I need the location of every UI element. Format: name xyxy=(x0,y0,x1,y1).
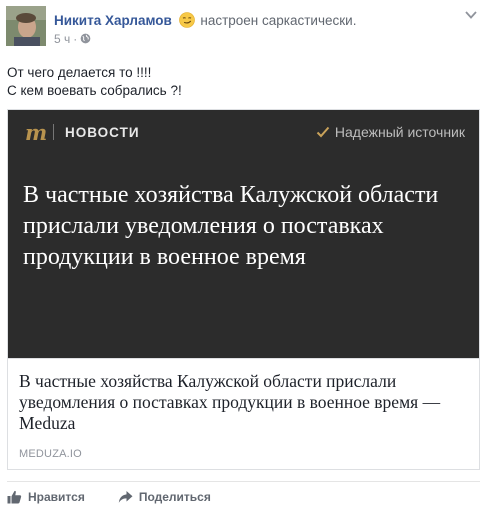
like-button[interactable]: Нравится xyxy=(7,490,85,504)
section-label: НОВОСТИ xyxy=(65,125,140,140)
author-avatar[interactable] xyxy=(6,6,46,46)
share-arrow-icon xyxy=(118,491,133,503)
globe-icon[interactable] xyxy=(80,33,91,44)
post-actions: Нравится Поделиться xyxy=(7,486,244,508)
avatar-photo-icon xyxy=(6,6,46,46)
link-domain: MEDUZA.IO xyxy=(19,448,82,460)
actions-divider xyxy=(7,481,480,482)
share-button[interactable]: Поделиться xyxy=(118,490,211,504)
check-icon xyxy=(316,126,330,138)
share-label: Поделиться xyxy=(138,490,211,504)
image-headline: В частные хозяйства Калужской области пр… xyxy=(23,182,439,270)
post-line: От чего делается то !!!! xyxy=(7,65,152,80)
trusted-source-label: Надежный источник xyxy=(334,124,465,140)
link-title[interactable]: В частные хозяйства Калужской области пр… xyxy=(19,371,469,434)
post-meta: 5 ч · xyxy=(54,32,91,46)
author-name[interactable]: Никита Харламов xyxy=(54,13,172,28)
feed-post: Никита Харламов настроен саркастически. … xyxy=(0,0,487,512)
meta-separator: · xyxy=(73,32,78,46)
feeling-text: настроен саркастически. xyxy=(200,13,357,28)
smirk-emoji-icon xyxy=(178,12,195,28)
post-line: С кем воевать собрались ?! xyxy=(7,83,182,98)
post-menu-chevron-icon[interactable] xyxy=(465,10,477,20)
link-preview-body[interactable]: В частные хозяйства Калужской области пр… xyxy=(8,358,479,469)
brand-divider xyxy=(53,124,54,140)
like-label: Нравится xyxy=(28,490,85,504)
post-text: От чего делается то !!!! С кем воевать с… xyxy=(7,64,477,100)
link-preview-image[interactable]: m НОВОСТИ Надежный источник В частные хо… xyxy=(8,110,479,358)
author-line: Никита Харламов настроен саркастически. xyxy=(54,12,356,30)
link-preview-card[interactable]: m НОВОСТИ Надежный источник В частные хо… xyxy=(7,109,480,470)
post-timestamp[interactable]: 5 ч xyxy=(54,32,70,46)
thumbs-up-icon xyxy=(7,490,22,504)
meduza-logo: m xyxy=(25,120,48,145)
trusted-source-badge: Надежный источник xyxy=(316,122,465,142)
